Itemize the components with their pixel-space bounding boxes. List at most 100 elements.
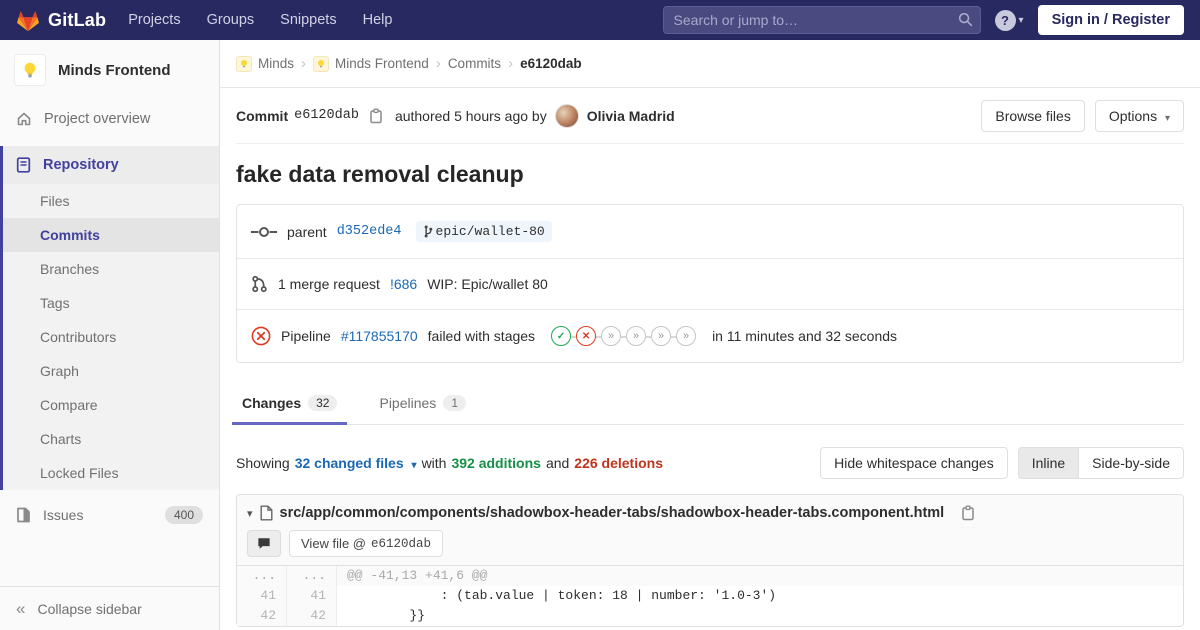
copy-sha-button[interactable] <box>367 106 385 126</box>
stage-skipped-icon[interactable]: » <box>651 326 672 346</box>
diff-file-header: ▾ src/app/common/components/shadowbox-he… <box>237 495 1183 566</box>
home-icon <box>16 111 32 127</box>
new-line-number[interactable]: ... <box>287 566 337 586</box>
author-avatar[interactable] <box>554 103 579 128</box>
issues-icon <box>16 507 31 523</box>
options-dropdown-button[interactable]: Options ▾ <box>1094 99 1184 132</box>
issues-count-badge: 400 <box>164 506 203 524</box>
stage-skipped-icon[interactable]: » <box>626 326 647 346</box>
sidebar-item-project-overview[interactable]: Project overview <box>0 100 219 138</box>
collapse-file-caret-icon[interactable]: ▾ <box>247 507 253 520</box>
view-file-button[interactable]: View file @ e6120dab <box>289 530 443 557</box>
pipeline-link[interactable]: #117855170 <box>341 328 418 344</box>
hide-whitespace-button[interactable]: Hide whitespace changes <box>820 447 1008 479</box>
diff-line-row: 41 41 : (tab.value | token: 18 | number:… <box>237 586 1183 606</box>
parent-label: parent <box>287 223 327 240</box>
project-sidebar: Minds Frontend Project overview Reposito… <box>0 40 220 630</box>
merge-request-icon <box>251 275 268 293</box>
tab-pipelines[interactable]: Pipelines 1 <box>375 385 470 424</box>
and-label: and <box>545 455 570 471</box>
old-line-number[interactable]: ... <box>237 566 287 586</box>
old-line-number[interactable]: 41 <box>237 586 287 606</box>
mr-title: WIP: Epic/wallet 80 <box>427 276 548 292</box>
search-input[interactable] <box>662 6 981 34</box>
breadcrumb-label: Minds Frontend <box>335 56 429 71</box>
repository-submenu: Files Commits Branches Tags Contributors… <box>3 184 219 490</box>
chevron-down-icon: ▾ <box>1164 112 1170 124</box>
changed-files-label: 32 changed files <box>294 455 404 471</box>
group-avatar <box>236 55 252 72</box>
sidebar-item-label: Issues <box>43 507 84 523</box>
sidebar-item-issues[interactable]: Issues 400 <box>0 494 219 536</box>
inline-view-button[interactable]: Inline <box>1017 447 1080 479</box>
document-icon <box>16 157 31 173</box>
sidebar-item-locked-files[interactable]: Locked Files <box>3 456 219 490</box>
stage-failed-icon[interactable]: ✕ <box>576 326 597 346</box>
nav-item-snippets[interactable]: Snippets <box>280 12 336 28</box>
new-line-number[interactable]: 42 <box>287 606 337 626</box>
toggle-comments-button[interactable] <box>247 530 281 557</box>
sidebar-item-tags[interactable]: Tags <box>3 286 219 320</box>
pipeline-mini-graph: ✓ ✕ » » » » <box>551 326 697 346</box>
side-by-side-view-button[interactable]: Side-by-side <box>1079 447 1184 479</box>
sign-in-button[interactable]: Sign in / Register <box>1037 5 1184 35</box>
author-name[interactable]: Olivia Madrid <box>587 108 675 124</box>
breadcrumb-commits[interactable]: Commits <box>448 56 501 71</box>
stage-skipped-icon[interactable]: » <box>676 326 697 346</box>
commit-info-box: parent d352ede4 epic/wallet-80 1 merge r… <box>236 204 1184 363</box>
project-name: Minds Frontend <box>58 61 171 79</box>
sidebar-item-repository[interactable]: Repository <box>3 146 219 184</box>
global-search <box>662 6 981 34</box>
merge-request-row: 1 merge request !686 WIP: Epic/wallet 80 <box>237 258 1183 309</box>
nav-item-groups[interactable]: Groups <box>207 12 255 28</box>
view-file-sha: e6120dab <box>370 536 431 551</box>
sidebar-item-compare[interactable]: Compare <box>3 388 219 422</box>
nav-item-projects[interactable]: Projects <box>128 12 180 28</box>
collapse-label: Collapse sidebar <box>37 600 142 617</box>
brand-name: GitLab <box>48 9 107 30</box>
browse-files-button[interactable]: Browse files <box>981 99 1085 132</box>
sidebar-item-commits[interactable]: Commits <box>3 218 219 252</box>
pipelines-count-badge: 1 <box>443 395 466 411</box>
copy-file-path-button[interactable] <box>959 503 977 523</box>
collapse-sidebar-button[interactable]: « Collapse sidebar <box>0 586 219 630</box>
sidebar-item-files[interactable]: Files <box>3 184 219 218</box>
commit-sha: e6120dab <box>294 108 359 123</box>
mr-link[interactable]: !686 <box>390 276 417 292</box>
changed-files-dropdown[interactable]: 32 changed files ▾ <box>295 455 417 471</box>
new-line-number[interactable]: 41 <box>287 586 337 606</box>
tab-changes[interactable]: Changes 32 <box>231 385 348 425</box>
breadcrumb-group[interactable]: Minds <box>236 55 294 72</box>
breadcrumb: Minds › Minds Frontend › Commits › e6120… <box>220 40 1200 88</box>
project-context-header[interactable]: Minds Frontend <box>0 40 219 100</box>
sidebar-section-repository: Repository Files Commits Branches Tags C… <box>0 146 219 490</box>
sidebar-item-branches[interactable]: Branches <box>3 252 219 286</box>
diff-code-text: : (tab.value | token: 18 | number: '1.0-… <box>347 588 777 603</box>
old-line-number[interactable]: 42 <box>237 606 287 626</box>
nav-item-help[interactable]: Help <box>363 12 393 28</box>
top-navbar: GitLab Projects Groups Snippets Help ? ▾… <box>0 0 1200 40</box>
branch-name: epic/wallet-80 <box>435 224 545 239</box>
gitlab-tanuki-icon <box>16 9 40 32</box>
parent-sha-link[interactable]: d352ede4 <box>337 224 402 239</box>
gitlab-logo[interactable]: GitLab <box>16 9 106 32</box>
help-menu[interactable]: ? ▾ <box>994 9 1024 31</box>
tab-label: Changes <box>242 395 302 411</box>
stage-passed-icon[interactable]: ✓ <box>551 326 572 346</box>
collapse-chevrons-icon: « <box>16 599 26 618</box>
file-icon <box>260 505 273 521</box>
stage-skipped-icon[interactable]: » <box>601 326 622 346</box>
sidebar-item-contributors[interactable]: Contributors <box>3 320 219 354</box>
search-icon[interactable] <box>958 12 973 27</box>
sidebar-item-graph[interactable]: Graph <box>3 354 219 388</box>
diff-code-text: }} <box>347 608 426 623</box>
options-label: Options <box>1108 107 1158 124</box>
commit-icon <box>251 224 277 240</box>
file-path[interactable]: src/app/common/components/shadowbox-head… <box>280 505 945 521</box>
commit-label: Commit <box>236 107 289 124</box>
pipeline-failed-status-icon[interactable] <box>251 326 271 346</box>
sidebar-item-charts[interactable]: Charts <box>3 422 219 456</box>
breadcrumb-project[interactable]: Minds Frontend <box>313 55 429 72</box>
changes-count-badge: 32 <box>308 395 338 411</box>
branch-ref-badge[interactable]: epic/wallet-80 <box>415 221 552 242</box>
